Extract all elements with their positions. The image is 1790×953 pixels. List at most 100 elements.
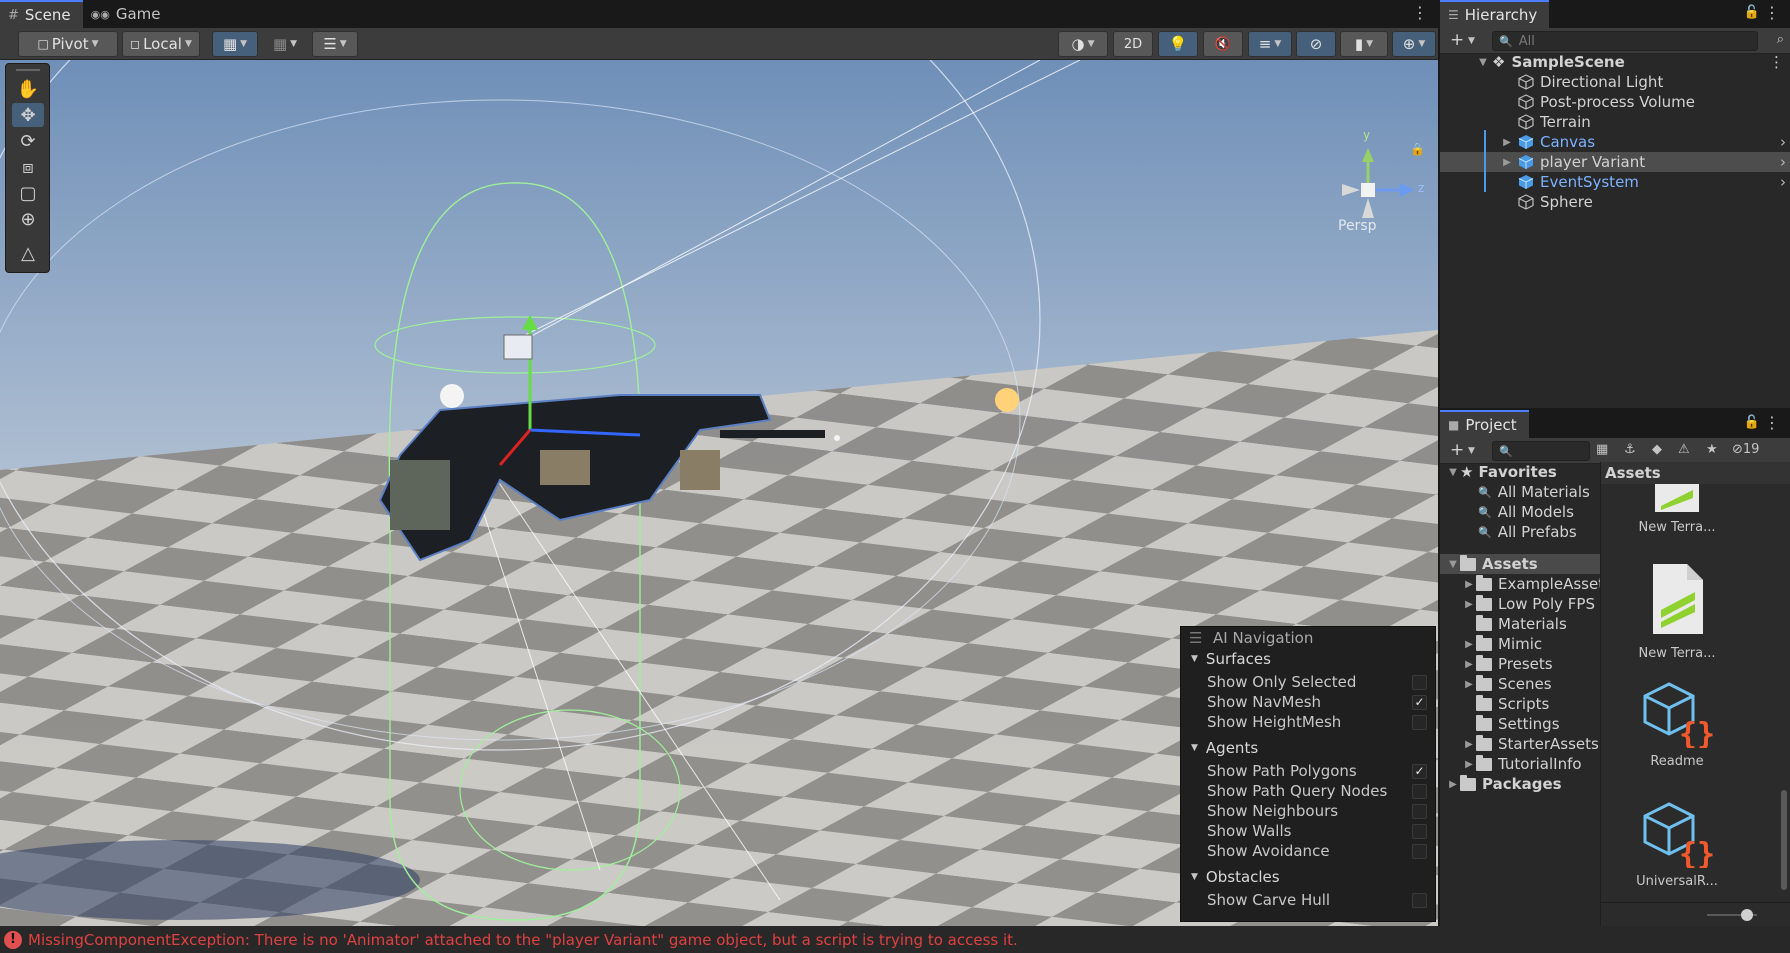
audio-toggle[interactable]: 🔇: [1203, 31, 1243, 57]
drag-handle[interactable]: [16, 69, 40, 71]
folder-item[interactable]: ▶ TutorialInfo: [1462, 754, 1582, 774]
tab-hierarchy[interactable]: ☰ Hierarchy: [1440, 0, 1550, 28]
folder-item[interactable]: ▶ Mimic: [1462, 634, 1542, 654]
option-show-heightmesh[interactable]: Show HeightMesh: [1181, 712, 1435, 732]
scrollbar-track[interactable]: [1780, 490, 1788, 890]
hierarchy-menu-icon[interactable]: ⋮: [1764, 5, 1780, 21]
effects-dropdown[interactable]: ≡ ▼: [1248, 31, 1292, 57]
search-by-label-icon[interactable]: ⚓: [1624, 442, 1636, 457]
folder-item[interactable]: ▶ Presets: [1462, 654, 1553, 674]
option-show-walls[interactable]: Show Walls: [1181, 821, 1435, 841]
option-show-neighbours[interactable]: Show Neighbours: [1181, 801, 1435, 821]
chevron-right-icon[interactable]: ›: [1780, 173, 1786, 191]
tag-icon[interactable]: ◆: [1652, 442, 1662, 457]
chevron-right-icon[interactable]: ›: [1780, 153, 1786, 171]
lighting-toggle[interactable]: 💡: [1158, 31, 1198, 57]
asset-tile[interactable]: New Terra...: [1627, 484, 1727, 535]
pivot-dropdown[interactable]: □ Pivot ▼: [18, 31, 118, 57]
tab-game[interactable]: ◉◉ Game: [83, 0, 173, 28]
lock-icon[interactable]: 🔓: [1744, 5, 1760, 20]
hidden-packages-button[interactable]: ⊘19: [1732, 442, 1759, 457]
search-by-type-icon[interactable]: ▦: [1596, 442, 1608, 457]
checkbox-checked[interactable]: ✓: [1412, 694, 1427, 710]
checkbox[interactable]: [1412, 783, 1427, 799]
scrollbar-thumb[interactable]: [1781, 790, 1787, 890]
tab-project[interactable]: ■ Project: [1440, 410, 1529, 438]
warning-icon[interactable]: ⚠: [1678, 442, 1690, 457]
local-dropdown[interactable]: ◻ Local ▼: [122, 31, 200, 57]
checkbox-checked[interactable]: ✓: [1412, 763, 1427, 779]
star-icon[interactable]: ★: [1706, 442, 1718, 457]
toggle-2d-button[interactable]: 2D: [1113, 31, 1153, 57]
folder-item[interactable]: Materials: [1476, 614, 1567, 634]
lock-icon[interactable]: 🔓: [1744, 415, 1760, 430]
overlay-title[interactable]: ☰ AI Navigation: [1181, 627, 1435, 649]
favorite-item[interactable]: 🔍 All Materials: [1478, 482, 1590, 502]
chevron-right-icon[interactable]: ›: [1780, 133, 1786, 151]
search-filter-icon[interactable]: ⌕: [1777, 32, 1784, 47]
option-show-carve-hull[interactable]: Show Carve Hull: [1181, 890, 1435, 910]
folder-item[interactable]: ▶ StarterAssets: [1462, 734, 1599, 754]
checkbox[interactable]: [1412, 823, 1427, 839]
option-show-path-polygons[interactable]: Show Path Polygons ✓: [1181, 761, 1435, 781]
expand-right-icon[interactable]: ▶: [1500, 137, 1514, 148]
grid-snap-button[interactable]: ▦ ▼: [212, 31, 258, 57]
scene-visibility-toggle[interactable]: ⊘: [1296, 31, 1336, 57]
hand-tool-icon[interactable]: ✋: [12, 77, 44, 101]
checkbox[interactable]: [1412, 674, 1427, 690]
asset-tile[interactable]: {} UniversalR...: [1627, 800, 1727, 889]
scene-row[interactable]: ▼ ❖ SampleScene ⋮: [1440, 52, 1790, 72]
hierarchy-search-input[interactable]: 🔍 All: [1492, 31, 1758, 51]
folder-item[interactable]: ▶ Scenes: [1462, 674, 1552, 694]
folder-item[interactable]: Settings: [1476, 714, 1560, 734]
scene-menu-icon[interactable]: ⋮: [1769, 53, 1784, 71]
rotate-tool-icon[interactable]: ⟳: [12, 129, 44, 153]
move-tool-icon[interactable]: ✥: [12, 103, 44, 127]
hierarchy-item[interactable]: Post-process Volume: [1440, 92, 1790, 112]
transform-tool-icon[interactable]: ⊕: [12, 207, 44, 231]
section-obstacles[interactable]: ▼ Obstacles: [1181, 866, 1435, 888]
asset-breadcrumb[interactable]: Assets: [1601, 462, 1790, 484]
section-agents[interactable]: ▼ Agents: [1181, 737, 1435, 759]
hierarchy-item[interactable]: Sphere: [1440, 192, 1790, 212]
option-show-only-selected[interactable]: Show Only Selected: [1181, 672, 1435, 692]
checkbox[interactable]: [1412, 843, 1427, 859]
folder-item[interactable]: Scripts: [1476, 694, 1549, 714]
add-icon[interactable]: +: [1450, 30, 1464, 50]
grid-visibility-button[interactable]: ☰ ▼: [312, 31, 358, 57]
lock-icon[interactable]: 🔒: [1410, 142, 1425, 156]
folder-item[interactable]: ▶ Low Poly FPS: [1462, 594, 1595, 614]
scene-menu-icon[interactable]: ⋮: [1412, 5, 1428, 21]
projection-label[interactable]: Persp: [1338, 218, 1377, 234]
option-show-navmesh[interactable]: Show NavMesh ✓: [1181, 692, 1435, 712]
checkbox[interactable]: [1412, 892, 1427, 908]
hierarchy-item[interactable]: Terrain: [1440, 112, 1790, 132]
assets-folder-row[interactable]: ▼ Assets: [1440, 554, 1600, 574]
camera-dropdown[interactable]: ▮ ▼: [1340, 31, 1388, 57]
checkbox[interactable]: [1412, 803, 1427, 819]
project-search-input[interactable]: 🔍: [1492, 441, 1590, 461]
scale-tool-icon[interactable]: ⧈: [12, 155, 44, 179]
chevron-down-icon[interactable]: ▼: [1468, 36, 1475, 46]
section-surfaces[interactable]: ▼ Surfaces: [1181, 648, 1435, 670]
option-show-path-query-nodes[interactable]: Show Path Query Nodes: [1181, 781, 1435, 801]
hierarchy-item-selected[interactable]: ▶ player Variant ›: [1440, 152, 1790, 172]
asset-tile[interactable]: {} Readme: [1627, 680, 1727, 769]
checkbox[interactable]: [1412, 714, 1427, 730]
console-status-bar[interactable]: ! MissingComponentException: There is no…: [0, 926, 1790, 953]
rect-tool-icon[interactable]: ▢: [12, 181, 44, 205]
custom-tool-icon[interactable]: △: [12, 241, 44, 265]
favorite-item[interactable]: 🔍 All Models: [1478, 502, 1574, 522]
hierarchy-item-prefab[interactable]: ▶ Canvas ›: [1440, 132, 1790, 152]
folder-item[interactable]: ▶ ExampleAssets: [1462, 574, 1612, 594]
project-menu-icon[interactable]: ⋮: [1764, 415, 1780, 431]
packages-folder-row[interactable]: ▶ Packages: [1446, 774, 1562, 794]
tab-scene[interactable]: # Scene: [0, 0, 83, 28]
orientation-gizmo[interactable]: y z Persp 🔒: [1330, 128, 1430, 248]
hierarchy-item-prefab[interactable]: EventSystem ›: [1440, 172, 1790, 192]
chevron-down-icon[interactable]: ▼: [1468, 446, 1475, 456]
add-icon[interactable]: +: [1450, 440, 1464, 460]
favorites-header[interactable]: ▼ ★ Favorites: [1446, 462, 1557, 482]
asset-tile[interactable]: New Terra...: [1627, 562, 1727, 661]
draw-mode-dropdown[interactable]: ◑ ▼: [1058, 31, 1108, 57]
